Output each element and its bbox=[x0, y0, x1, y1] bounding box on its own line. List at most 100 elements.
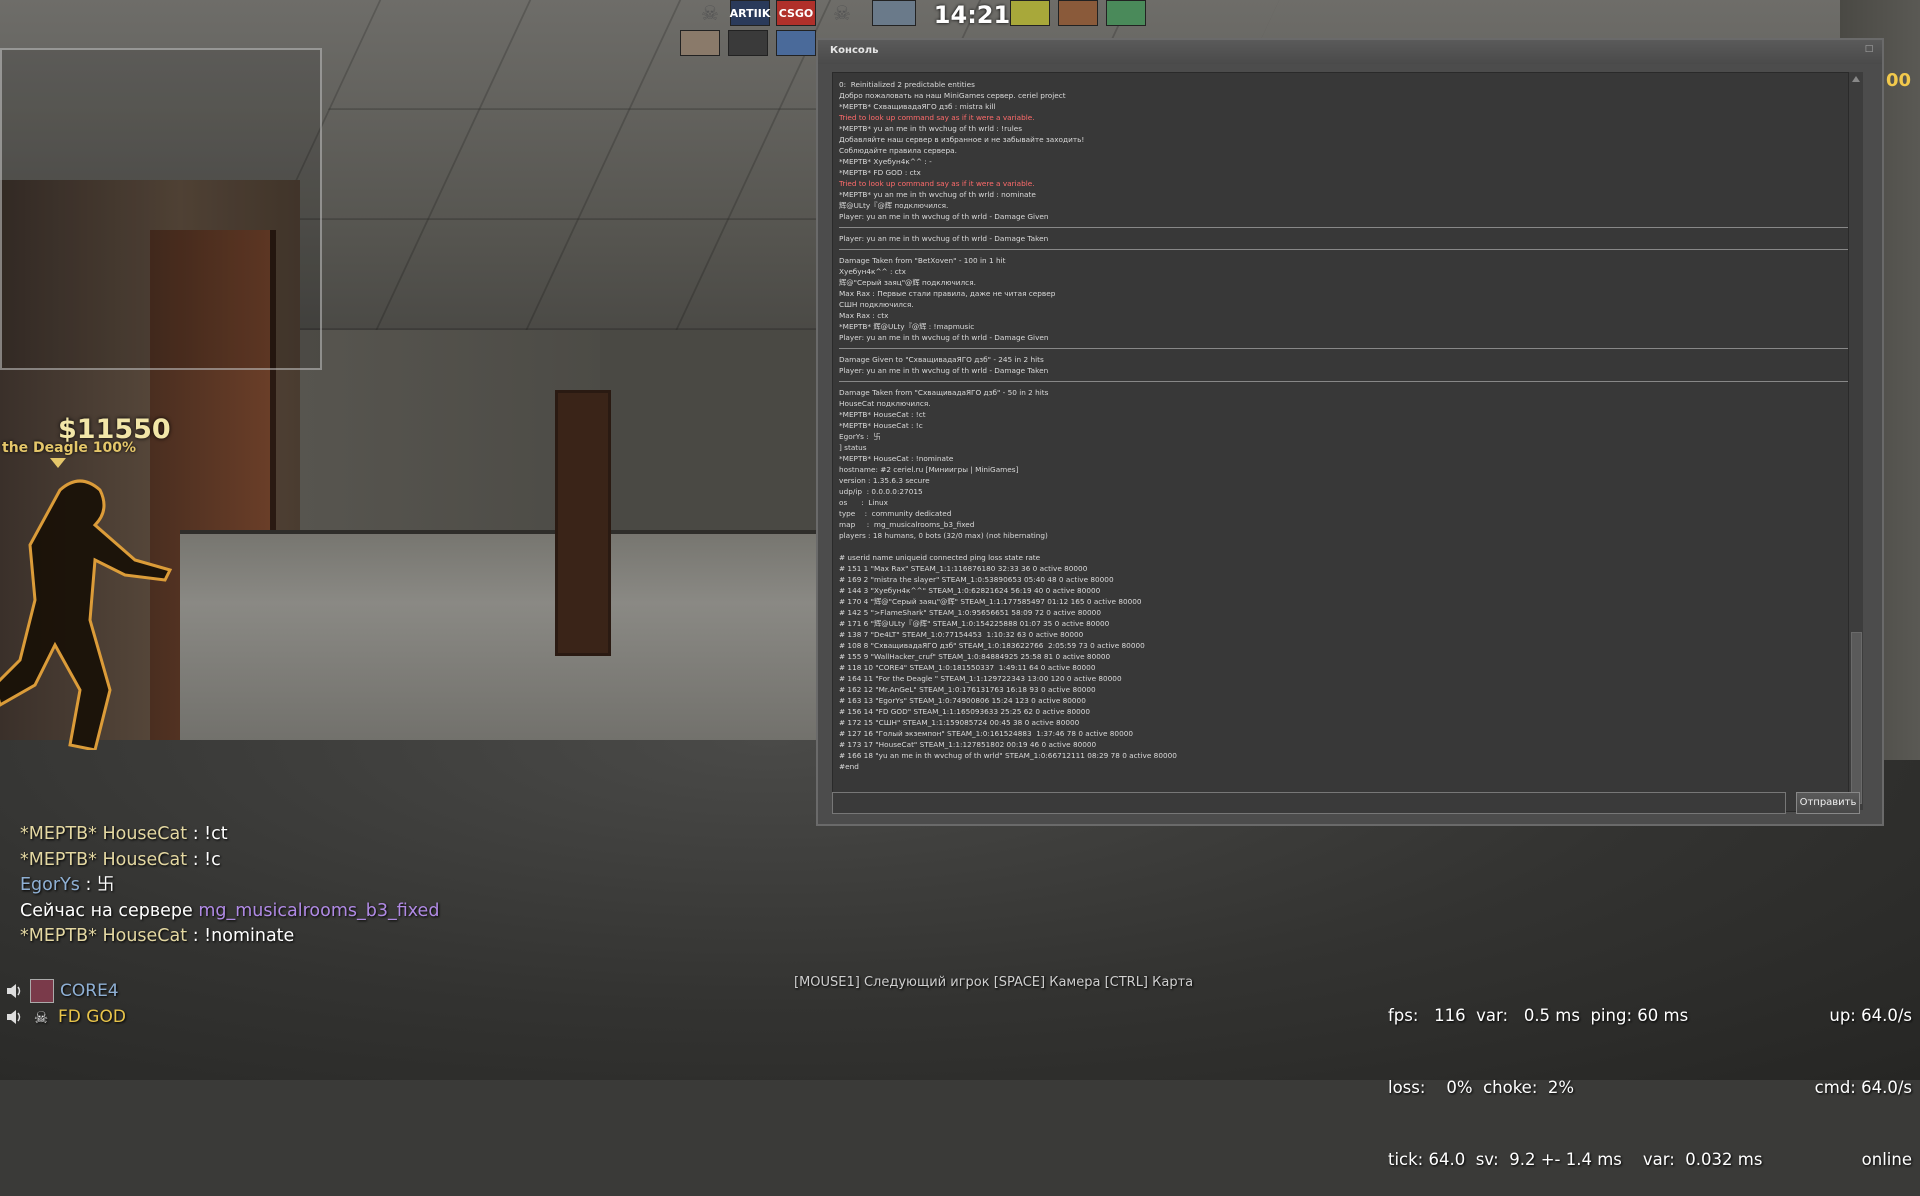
chat-text: : !ct bbox=[187, 824, 228, 844]
chat-text: Сейчас на сервере bbox=[20, 900, 199, 921]
spectated-weapon-label: the Deagle 100% bbox=[2, 440, 137, 456]
console-line: # 164 11 "For the Deagle " STEAM_1:1:129… bbox=[839, 674, 1122, 683]
console-window[interactable]: Консоль □ 0: Reinitialized 2 predictable… bbox=[816, 38, 1884, 826]
chat-sender: EgorYs bbox=[20, 875, 80, 895]
console-line: os : Linux bbox=[839, 498, 888, 507]
chat-message: *МЕРТВ* HouseCat : !ct bbox=[20, 822, 720, 848]
send-button[interactable]: Отправить bbox=[1796, 792, 1860, 814]
speaker-icon bbox=[7, 984, 21, 998]
console-line: # 172 15 "СШН" STEAM_1:1:159085724 00:45… bbox=[839, 718, 1080, 727]
console-line: Damage Given to "СхващивадаЯГО дзб" - 24… bbox=[839, 355, 1044, 364]
console-output[interactable]: 0: Reinitialized 2 predictable entities Д… bbox=[832, 72, 1856, 812]
console-line: # 163 13 "EgorYs" STEAM_1:0:74900806 15:… bbox=[839, 696, 1086, 705]
skull-icon: ☠ bbox=[33, 1007, 49, 1027]
console-line: Tried to look up command say as if it we… bbox=[839, 113, 1035, 122]
chat-text: : !c bbox=[187, 849, 221, 870]
console-line: Player: yu an me in th wvchug of th wrld… bbox=[839, 366, 1049, 375]
net-graph-line: fps: 116 var: 0.5 ms ping: 60 ms bbox=[1388, 1006, 1689, 1025]
console-line: #end bbox=[839, 762, 859, 771]
console-line: Добавляйте наш сервер в избранное и не з… bbox=[839, 135, 1085, 144]
console-line: Damage Taken from "СхващивадаЯГО дзб" - … bbox=[839, 388, 1049, 397]
console-line: *МЕРТВ* yu an me in th wvchug of th wrld… bbox=[839, 190, 1036, 199]
console-separator bbox=[839, 376, 1849, 382]
chat-map-name: mg_musicalrooms_b3_fixed bbox=[198, 900, 440, 921]
console-line: *МЕРТВ* HouseCat : !c bbox=[839, 421, 923, 430]
console-separator bbox=[839, 222, 1849, 228]
console-line: # 151 1 "Max Rax" STEAM_1:1:116876180 32… bbox=[839, 564, 1088, 573]
player-avatar-icon bbox=[776, 30, 816, 56]
skull-icon: ☠ bbox=[701, 1, 719, 25]
chat-sender: *МЕРТВ* HouseCat bbox=[20, 849, 188, 870]
team-badge-csgo: CSGO bbox=[776, 0, 816, 26]
console-line: *МЕРТВ* HouseCat : !ct bbox=[839, 410, 926, 419]
console-line: # 173 17 "HouseCat" STEAM_1:1:127851802 … bbox=[839, 740, 1097, 749]
console-separator bbox=[839, 343, 1849, 349]
net-graph-rates: up: 64.0/s cmd: 64.0/s online bbox=[1815, 956, 1912, 1196]
console-line: *МЕРТВ* FD GOD : ctx bbox=[839, 168, 921, 177]
net-graph-line: online bbox=[1861, 1150, 1912, 1169]
team-badge-label: ARTIIK bbox=[729, 6, 771, 20]
console-input[interactable] bbox=[832, 792, 1786, 814]
console-line: СШН подключился. bbox=[839, 300, 914, 309]
console-line: # 108 8 "СхващивадаЯГО дзб" STEAM_1:0:18… bbox=[839, 641, 1145, 650]
net-graph: fps: 116 var: 0.5 ms ping: 60 ms loss: 0… bbox=[1388, 956, 1762, 1196]
console-line: # userid name uniqueid connected ping lo… bbox=[839, 553, 1041, 562]
console-line: udp/ip : 0.0.0.0:27015 bbox=[839, 487, 923, 496]
console-line: # 127 16 "Голый экземпон" STEAM_1:0:1615… bbox=[839, 729, 1133, 738]
console-line: # 170 4 "辉@"Серый заяц"@辉" STEAM_1:1:177… bbox=[839, 597, 1142, 606]
voice-speaker-name: FD GOD bbox=[58, 1007, 126, 1027]
console-line: Damage Taken from "BetXoven" - 100 in 1 … bbox=[839, 256, 1006, 265]
score-display: 00 bbox=[1886, 70, 1912, 91]
chat-message: *МЕРТВ* HouseCat : !c bbox=[20, 848, 720, 874]
console-line: Добро пожаловать на наш MiniGames сервер… bbox=[839, 91, 1066, 100]
radar-minimap bbox=[0, 48, 322, 370]
chat-message: EgorYs : 卐 bbox=[20, 873, 720, 899]
console-line: # 155 9 "WallHacker_cruf" STEAM_1:0:8488… bbox=[839, 652, 1111, 661]
console-line: # 118 10 "CORE4" STEAM_1:0:181550337 1:4… bbox=[839, 663, 1096, 672]
corridor-door bbox=[555, 390, 611, 656]
console-line: Max Rax : Первые стали правила, даже не … bbox=[839, 289, 1056, 298]
speaker-icon bbox=[7, 1010, 21, 1024]
chat-sender: *МЕРТВ* HouseCat bbox=[20, 824, 188, 844]
scroll-up-icon[interactable] bbox=[1852, 76, 1860, 82]
spectator-controls-hint: [MOUSE1] Следующий игрок [SPACE] Камера … bbox=[794, 975, 1194, 990]
team-badge-artiik: ARTIIK bbox=[730, 0, 770, 26]
net-graph-line: up: 64.0/s bbox=[1829, 1006, 1912, 1025]
console-line: # 171 6 "辉@ULty『@辉" STEAM_1:0:154225888 … bbox=[839, 619, 1110, 628]
close-icon[interactable]: □ bbox=[1864, 44, 1874, 54]
console-line: 辉@"Серый заяц"@辉 подключился. bbox=[839, 278, 976, 287]
spectated-player-silhouette-icon bbox=[0, 479, 173, 750]
wall-panel bbox=[180, 530, 820, 764]
chat-feed: *МЕРТВ* HouseCat : !ct *МЕРТВ* HouseCat :… bbox=[20, 822, 720, 950]
console-line: Tried to look up command say as if it we… bbox=[839, 179, 1035, 188]
console-title: Консоль bbox=[830, 45, 879, 56]
chat-message: Сейчас на сервере mg_musicalrooms_b3_fix… bbox=[20, 899, 720, 925]
console-line: 0: Reinitialized 2 predictable entities bbox=[839, 80, 975, 89]
console-line: # 144 3 "Хуебун4к^^" STEAM_1:0:62821624 … bbox=[839, 586, 1101, 595]
console-scrollbar[interactable] bbox=[1848, 72, 1863, 810]
console-line: map : mg_musicalrooms_b3_fixed bbox=[839, 520, 975, 529]
console-line: # 142 5 ">FlameShark" STEAM_1:0:95656651… bbox=[839, 608, 1101, 617]
console-line: 辉@ULty『@辉 подключился. bbox=[839, 201, 949, 210]
console-line: ] status bbox=[839, 443, 867, 452]
console-title-bar[interactable]: Консоль □ bbox=[818, 40, 1882, 64]
chat-text: : 卐 bbox=[79, 875, 115, 895]
player-avatar-icon bbox=[1058, 0, 1098, 26]
console-line: # 156 14 "FD GOD" STEAM_1:1:165093633 25… bbox=[839, 707, 1091, 716]
console-line: # 169 2 "mistra the slayer" STEAM_1:0:53… bbox=[839, 575, 1114, 584]
console-line: EgorYs : 卐 bbox=[839, 432, 881, 441]
skull-icon: ☠ bbox=[833, 1, 851, 25]
console-line: Player: yu an me in th wvchug of th wrld… bbox=[839, 212, 1049, 221]
console-line: *МЕРТВ* HouseCat : !nominate bbox=[839, 454, 954, 463]
scroll-thumb[interactable] bbox=[1851, 632, 1862, 804]
player-avatar-icon bbox=[872, 0, 916, 26]
console-line: Соблюдайте правила сервера. bbox=[839, 146, 957, 155]
net-graph-line: tick: 64.0 sv: 9.2 +- 1.4 ms var: 0.032 … bbox=[1388, 1150, 1763, 1169]
console-line: type : community dedicated bbox=[839, 509, 952, 518]
console-line: players : 18 humans, 0 bots (32/0 max) (… bbox=[839, 531, 1048, 540]
chat-message: *МЕРТВ* HouseCat : !nominate bbox=[20, 924, 720, 950]
team-badge-label: CSGO bbox=[778, 6, 814, 20]
player-avatar-icon bbox=[1106, 0, 1146, 26]
chat-sender: *МЕРТВ* HouseCat bbox=[20, 926, 188, 946]
player-avatar-icon bbox=[680, 30, 720, 56]
